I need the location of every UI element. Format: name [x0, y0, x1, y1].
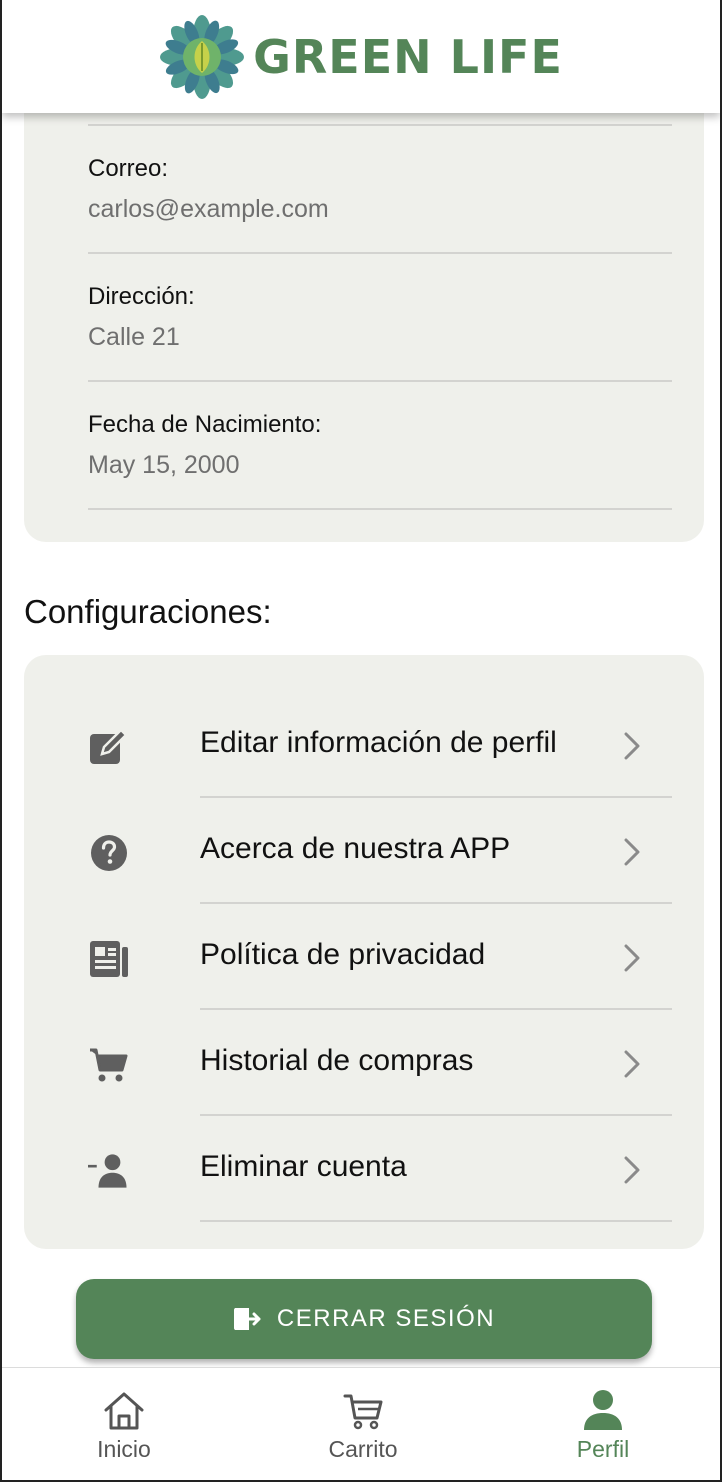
divider	[200, 1220, 672, 1222]
logout-button[interactable]: CERRAR SESIÓN	[76, 1279, 652, 1359]
setting-label: Historial de compras	[200, 1044, 474, 1077]
home-icon	[104, 1392, 144, 1430]
chevron-right-icon	[624, 944, 640, 972]
divider	[88, 508, 672, 510]
setting-label: Acerca de nuestra APP	[200, 832, 511, 865]
setting-delete-account[interactable]: Eliminar cuenta	[24, 1116, 704, 1222]
setting-purchase-history[interactable]: Historial de compras	[24, 1010, 704, 1116]
setting-edit-profile[interactable]: Editar información de perfil	[24, 692, 704, 798]
nav-item-perfil[interactable]: Perfil	[523, 1368, 683, 1480]
divider	[88, 380, 672, 382]
nav-label: Carrito	[328, 1436, 398, 1462]
settings-title: Configuraciones:	[24, 593, 272, 630]
email-label: Correo:	[88, 155, 169, 182]
chevron-right-icon	[624, 838, 640, 866]
bottom-nav: Inicio Carrito Perfil	[2, 1367, 720, 1480]
profile-info-card: Correo: carlos@example.com Dirección: Ca…	[24, 60, 704, 542]
setting-label: Editar información de perfil	[200, 726, 557, 759]
birthdate-value: May 15, 2000	[88, 451, 240, 479]
brand-name: GREEN LIFE	[253, 29, 563, 84]
birthdate-label: Fecha de Nacimiento:	[88, 411, 322, 438]
email-value: carlos@example.com	[88, 195, 329, 223]
setting-label: Política de privacidad	[200, 938, 486, 971]
app-frame: Correo: carlos@example.com Dirección: Ca…	[0, 0, 722, 1482]
address-label: Dirección:	[88, 283, 195, 310]
document-icon	[88, 938, 130, 980]
nav-label: Inicio	[97, 1436, 151, 1462]
nav-label: Perfil	[576, 1436, 630, 1462]
address-value: Calle 21	[88, 323, 180, 351]
chevron-right-icon	[624, 732, 640, 760]
divider	[88, 124, 672, 126]
setting-privacy-policy[interactable]: Política de privacidad	[24, 904, 704, 1010]
setting-label: Eliminar cuenta	[200, 1150, 407, 1183]
person-icon	[584, 1390, 622, 1430]
nav-item-inicio[interactable]: Inicio	[44, 1368, 204, 1480]
edit-icon	[88, 726, 130, 768]
setting-about-app[interactable]: Acerca de nuestra APP	[24, 798, 704, 904]
remove-user-icon	[88, 1150, 130, 1192]
divider	[88, 252, 672, 254]
chevron-right-icon	[624, 1050, 640, 1078]
app-header: GREEN LIFE	[2, 0, 720, 113]
settings-card: Editar información de perfil Acerca de n…	[24, 655, 704, 1249]
logout-label: CERRAR SESIÓN	[276, 1305, 496, 1332]
cart-icon	[88, 1044, 130, 1086]
cart-icon	[343, 1394, 383, 1430]
logout-icon	[233, 1308, 261, 1330]
help-icon	[88, 832, 130, 874]
leaf-mandala-logo-icon	[160, 14, 245, 99]
nav-item-carrito[interactable]: Carrito	[283, 1368, 443, 1480]
chevron-right-icon	[624, 1156, 640, 1184]
